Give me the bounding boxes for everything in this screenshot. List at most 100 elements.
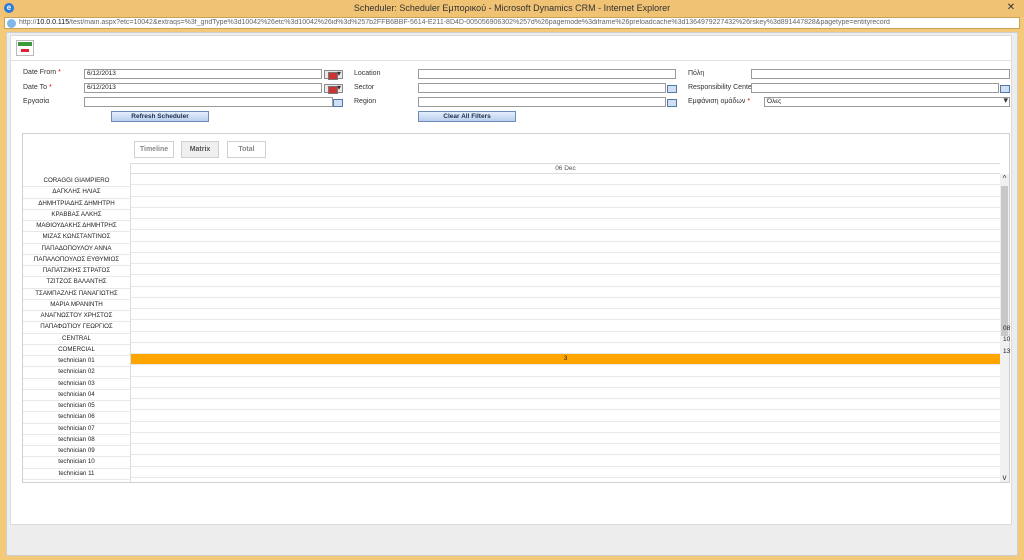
resource-list: CORAGGI GIAMPIERO ΔΑΓΚΛΗΣ ΗΛΙΑΣ ΔΗΜΗΤΡΙΑΔΗ… <box>23 176 130 482</box>
scheduler-calendar-icon[interactable] <box>16 40 34 56</box>
scroll-down-icon[interactable]: v <box>1000 473 1009 482</box>
ergasia-lookup-icon[interactable] <box>333 98 343 107</box>
matrix-cell[interactable] <box>131 422 1000 433</box>
resource-name: technician 07 <box>23 424 130 435</box>
matrix-cell[interactable] <box>131 197 1000 208</box>
overflow-value: 08 <box>1003 325 1011 332</box>
scrollbar-thumb[interactable] <box>1001 186 1008 336</box>
location-input[interactable] <box>418 69 676 79</box>
responsibility-center-lookup-icon[interactable] <box>1000 84 1010 93</box>
sector-label: Sector <box>354 84 375 91</box>
tab-timeline[interactable]: Timeline <box>134 141 174 158</box>
region-lookup-icon[interactable] <box>667 98 677 107</box>
date-from-calendar-icon[interactable] <box>324 69 343 80</box>
resource-name: ΔΗΜΗΤΡΙΑΔΗΣ ΔΗΜΗΤΡΗ <box>23 199 130 210</box>
resource-name: technician 11 <box>23 469 130 480</box>
form-page: Date From* 6/12/2013 Date To* 6/12/2013 … <box>10 35 1012 525</box>
matrix-cell[interactable] <box>131 320 1000 332</box>
poli-label: Πόλη <box>688 70 705 77</box>
overflow-value: 10 <box>1003 336 1011 344</box>
emfanisi-omadon-select[interactable]: Όλες <box>764 96 1010 107</box>
date-to-calendar-icon[interactable] <box>324 83 343 94</box>
resource-name: technician 03 <box>23 379 130 390</box>
close-icon[interactable]: ✕ <box>1002 2 1020 14</box>
matrix-cell[interactable] <box>131 287 1000 298</box>
toolbar-divider <box>11 60 1011 61</box>
matrix-cell[interactable] <box>131 467 1000 478</box>
window-titlebar: e Scheduler: Scheduler Εμπορικού - Micro… <box>0 0 1024 17</box>
resource-name: ΔΑΓΚΛΗΣ ΗΛΙΑΣ <box>23 187 130 199</box>
matrix-cell[interactable] <box>131 219 1000 231</box>
matrix-cell[interactable] <box>131 377 1000 388</box>
tab-matrix[interactable]: Matrix <box>181 141 219 158</box>
poli-input[interactable] <box>751 69 1010 79</box>
ergasia-label: Εργασία <box>23 98 50 105</box>
date-from-label: Date From * <box>23 69 61 76</box>
resource-name: technician 08 <box>23 435 130 446</box>
highlighted-cell[interactable]: 3 <box>131 354 1000 366</box>
region-label: Region <box>354 98 377 105</box>
window-title: Scheduler: Scheduler Εμπορικού - Microso… <box>353 3 671 13</box>
resource-name: ΜΙΖΑΣ ΚΩΝΣΤΑΝΤΙΝΟΣ <box>23 232 130 244</box>
matrix-cell[interactable] <box>131 309 1000 321</box>
matrix-cell[interactable] <box>131 230 1000 242</box>
matrix-cell[interactable] <box>131 253 1000 264</box>
date-from-input[interactable]: 6/12/2013 <box>84 69 322 79</box>
matrix-cell[interactable] <box>131 264 1000 276</box>
matrix-cell[interactable] <box>131 242 1000 253</box>
resource-name: CORAGGI GIAMPIERO <box>23 176 130 188</box>
resource-name: ΜΑΡΙΑ ΜΡΑΝΙΝΤΗ <box>23 300 130 311</box>
matrix-cell[interactable] <box>131 388 1000 399</box>
responsibility-center-label: Responsibility Center <box>688 84 755 91</box>
matrix-cell[interactable] <box>131 343 1000 354</box>
resource-name: ΚΡΑΒΒΑΣ ΑΛΚΗΣ <box>23 210 130 221</box>
scroll-up-icon[interactable]: ^ <box>1000 174 1009 183</box>
matrix-cell[interactable] <box>131 444 1000 456</box>
sector-input[interactable] <box>418 83 666 93</box>
matrix-cell[interactable] <box>131 174 1000 186</box>
resource-name: ΠΑΠΑΔΟΠΟΥΛΟΥ ΑΝΝΑ <box>23 244 130 255</box>
matrix-cell[interactable] <box>131 185 1000 197</box>
resource-name: ΤΖΙΤΖΟΣ ΒΑΛΑΝΤΗΣ <box>23 277 130 289</box>
crm-window: Date From* 6/12/2013 Date To* 6/12/2013 … <box>6 32 1018 556</box>
region-input[interactable] <box>418 97 666 107</box>
matrix-cell[interactable] <box>131 433 1000 444</box>
tab-total[interactable]: Total <box>227 141 266 158</box>
date-to-input[interactable]: 6/12/2013 <box>84 83 322 93</box>
resource-name: technician 01 <box>23 356 130 368</box>
matrix-grid: 06 Dec 3 <box>130 163 1000 482</box>
address-url[interactable]: http://10.0.0.115/test/main.aspx?etc=100… <box>19 19 1009 26</box>
site-icon <box>7 19 16 28</box>
resource-name: ΑΝΑΓΝΩΣΤΟΥ ΧΡΗΣΤΟΣ <box>23 311 130 323</box>
matrix-cell[interactable] <box>131 275 1000 287</box>
matrix-cell[interactable] <box>131 208 1000 219</box>
resource-name: technician 05 <box>23 401 130 413</box>
matrix-cell[interactable] <box>131 455 1000 467</box>
matrix-cell[interactable] <box>131 399 1000 411</box>
matrix-cell[interactable] <box>131 298 1000 309</box>
resource-name: ΠΑΠΑΦΩΤΙΟΥ ΓΕΩΡΓΙΟΣ <box>23 322 130 334</box>
ergasia-input[interactable] <box>84 97 333 107</box>
responsibility-center-input[interactable] <box>751 83 999 93</box>
emfanisi-omadon-label: Εμφάνιση ομάδων * <box>688 98 751 105</box>
clear-all-filters-button[interactable]: Clear All Filters <box>418 111 516 122</box>
resource-name: ΜΑΘΙΟΥΔΑΚΗΣ ΔΗΜΗΤΡΗΣ <box>23 221 130 233</box>
resource-name: technician 06 <box>23 412 130 424</box>
resource-name: technician 10 <box>23 457 130 469</box>
resource-name: ΠΑΠΑΤΖΙΚΗΣ ΣΤΡΑΤΟΣ <box>23 266 130 278</box>
resource-name: ΠΑΠΑΛΟΠΟΥΛΟΣ ΕΥΘΥΜΙΟΣ <box>23 255 130 266</box>
matrix-cell[interactable] <box>131 410 1000 422</box>
location-label: Location <box>354 70 381 77</box>
resource-name: technician 09 <box>23 446 130 458</box>
matrix-cell[interactable] <box>131 365 1000 377</box>
date-header: 06 Dec <box>131 163 1000 174</box>
matrix-cell[interactable] <box>131 332 1000 343</box>
sector-lookup-icon[interactable] <box>667 84 677 93</box>
refresh-scheduler-button[interactable]: Refresh Scheduler <box>111 111 209 122</box>
resource-name: CENTRAL <box>23 334 130 345</box>
resource-name: technician 02 <box>23 367 130 379</box>
address-bar[interactable]: http://10.0.0.115/test/main.aspx?etc=100… <box>4 17 1020 29</box>
resource-name: COMERCIAL <box>23 345 130 356</box>
date-to-label: Date To * <box>23 84 52 91</box>
resource-name: technician 04 <box>23 390 130 401</box>
